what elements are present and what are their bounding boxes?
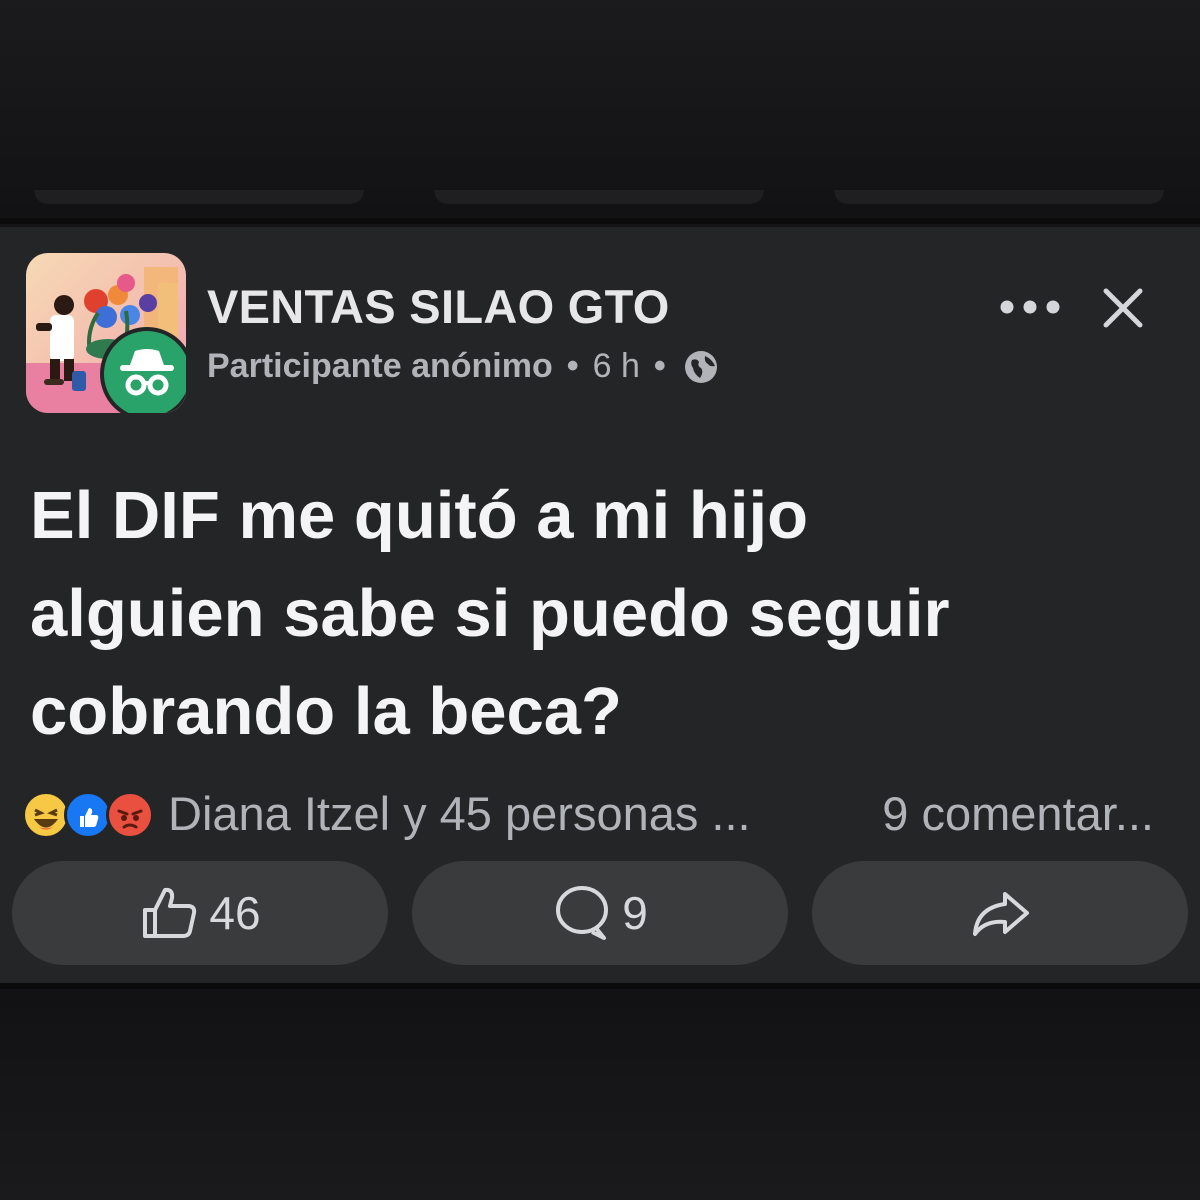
feed-divider [0, 218, 1200, 224]
post-body: El DIF me quitó a mi hijo alguien sabe s… [30, 467, 1170, 761]
comment-bubble-icon [556, 886, 609, 940]
more-options-button[interactable] [990, 279, 1070, 335]
share-arrow-icon [973, 892, 1029, 936]
feed-divider [0, 983, 1200, 989]
comment-count: 9 [622, 887, 648, 939]
like-reaction-icon [64, 791, 112, 839]
comments-count-link[interactable]: 9 comentar... [882, 786, 1154, 841]
post-meta: Participante anónimo • 6 h • [207, 347, 720, 386]
previous-post-button [34, 190, 364, 204]
anonymous-avatar-ring [100, 327, 186, 413]
post-time[interactable]: 6 h [593, 347, 640, 386]
angry-reaction-icon [106, 791, 154, 839]
comment-button[interactable]: 9 [412, 861, 788, 965]
post-actions: 46 9 [12, 861, 1188, 965]
reactors-text[interactable]: Diana Itzel y 45 personas ... [168, 786, 751, 841]
close-post-button[interactable] [1094, 279, 1152, 337]
anonymous-avatar[interactable] [104, 331, 186, 413]
reactions-summary: Diana Itzel y 45 personas ... 9 comentar… [22, 783, 1182, 843]
reaction-icons[interactable] [22, 787, 162, 839]
meta-separator: • [566, 347, 579, 385]
meta-separator: • [653, 347, 666, 385]
group-name[interactable]: VENTAS SILAO GTO [207, 279, 670, 334]
post-text-line: alguien sabe si puedo seguir [30, 576, 950, 651]
previous-post-area [0, 0, 1200, 220]
incognito-icon [120, 349, 174, 396]
share-button[interactable] [812, 861, 1188, 965]
haha-reaction-icon [22, 791, 70, 839]
group-avatar[interactable] [26, 253, 186, 413]
previous-post-button [834, 190, 1164, 204]
close-icon [1103, 288, 1143, 328]
author-name[interactable]: Participante anónimo [207, 347, 553, 386]
post-card: VENTAS SILAO GTO Participante anónimo • … [0, 227, 1200, 983]
next-post-area [0, 990, 1200, 1200]
previous-post-button [434, 190, 764, 204]
more-horizontal-icon [1000, 300, 1060, 314]
globe-icon [684, 350, 717, 383]
like-button[interactable]: 46 [12, 861, 388, 965]
screenshot-page: VENTAS SILAO GTO Participante anónimo • … [0, 0, 1200, 1200]
thumbs-up-icon [143, 887, 197, 938]
post-text-line: cobrando la beca? [30, 674, 622, 749]
like-count: 46 [209, 887, 261, 939]
post-text-line: El DIF me quitó a mi hijo [30, 478, 808, 553]
